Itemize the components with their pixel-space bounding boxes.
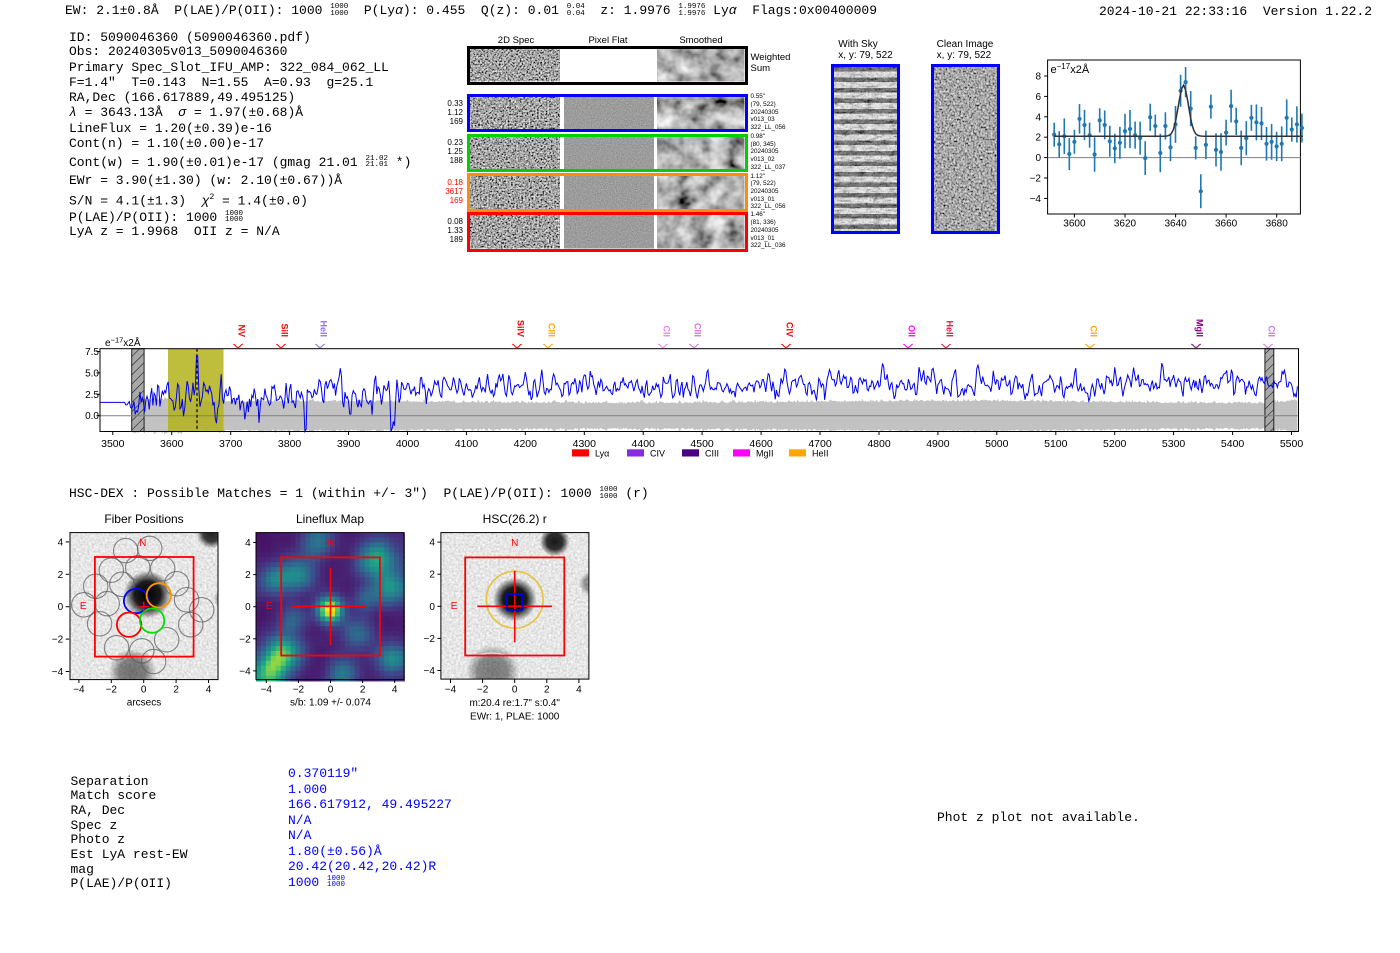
svg-text:CIII: CIII (692, 323, 702, 337)
svg-text:CIV: CIV (650, 448, 665, 458)
svg-text:arcsecs: arcsecs (127, 698, 161, 709)
svg-text:e−17x2Å: e−17x2Å (105, 336, 141, 350)
svg-text:2: 2 (429, 570, 435, 581)
svg-text:4: 4 (206, 685, 212, 696)
svg-text:E: E (80, 601, 87, 612)
svg-text:4: 4 (58, 537, 64, 548)
svg-text:2.5: 2.5 (85, 390, 99, 401)
svg-text:3660: 3660 (1215, 219, 1238, 230)
svg-text:3700: 3700 (219, 438, 243, 450)
svg-text:5200: 5200 (1103, 438, 1127, 450)
svg-text:4: 4 (429, 538, 435, 549)
svg-text:4: 4 (392, 685, 398, 696)
svg-text:5300: 5300 (1162, 438, 1186, 450)
svg-text:3620: 3620 (1114, 219, 1137, 230)
svg-text:4: 4 (1035, 112, 1041, 123)
svg-text:2: 2 (58, 570, 64, 581)
svg-text:3500: 3500 (101, 438, 125, 450)
svg-text:HeII: HeII (944, 320, 954, 337)
svg-text:4900: 4900 (926, 438, 950, 450)
svg-text:CIV: CIV (784, 322, 794, 337)
svg-text:4800: 4800 (867, 438, 891, 450)
svg-text:4200: 4200 (514, 438, 538, 450)
svg-text:OII: OII (906, 325, 916, 337)
svg-text:Lyα: Lyα (595, 448, 609, 458)
svg-text:−4: −4 (239, 666, 251, 677)
svg-text:E: E (451, 601, 458, 612)
svg-text:HeII: HeII (812, 448, 829, 458)
svg-text:CII: CII (1088, 325, 1098, 337)
svg-text:−4: −4 (423, 666, 435, 677)
svg-text:−2: −2 (423, 634, 435, 645)
svg-text:0: 0 (429, 602, 435, 613)
svg-text:4300: 4300 (573, 438, 597, 450)
svg-text:HeII: HeII (318, 320, 328, 337)
svg-text:E: E (266, 601, 273, 612)
svg-text:2: 2 (245, 570, 251, 581)
svg-text:−2: −2 (52, 635, 64, 646)
svg-text:7.5: 7.5 (85, 347, 99, 358)
svg-text:−2: −2 (239, 634, 251, 645)
svg-text:4: 4 (245, 538, 251, 549)
svg-text:N: N (139, 538, 146, 549)
svg-text:5100: 5100 (1044, 438, 1068, 450)
svg-text:3900: 3900 (337, 438, 361, 450)
svg-text:4100: 4100 (455, 438, 479, 450)
svg-text:SiII: SiII (279, 323, 289, 337)
svg-text:−2: −2 (477, 685, 489, 696)
svg-text:−2: −2 (293, 685, 305, 696)
svg-text:3680: 3680 (1266, 219, 1289, 230)
svg-text:4000: 4000 (396, 438, 420, 450)
svg-text:−4: −4 (52, 667, 64, 678)
svg-text:MgII: MgII (1194, 319, 1204, 337)
svg-text:−4: −4 (1030, 194, 1042, 205)
svg-text:4: 4 (576, 685, 582, 696)
svg-text:6: 6 (1035, 92, 1041, 103)
svg-text:2: 2 (360, 685, 366, 696)
svg-text:5000: 5000 (985, 438, 1009, 450)
svg-text:N: N (327, 538, 334, 549)
svg-text:0: 0 (141, 685, 147, 696)
svg-text:3640: 3640 (1164, 219, 1187, 230)
svg-text:0: 0 (1035, 153, 1041, 164)
svg-text:5500: 5500 (1280, 438, 1304, 450)
svg-text:2: 2 (544, 685, 550, 696)
svg-text:5400: 5400 (1221, 438, 1245, 450)
svg-text:−4: −4 (73, 685, 85, 696)
svg-text:e−17x2Å: e−17x2Å (1051, 62, 1090, 76)
svg-text:−2: −2 (106, 685, 118, 696)
svg-text:0: 0 (512, 685, 518, 696)
svg-text:0: 0 (245, 602, 251, 613)
svg-text:CII: CII (1266, 325, 1276, 337)
svg-text:0.0: 0.0 (85, 411, 99, 422)
svg-text:m:20.4 re:1.7" s:0.4": m:20.4 re:1.7" s:0.4" (469, 698, 560, 709)
svg-text:3600: 3600 (1063, 219, 1086, 230)
svg-text:N: N (511, 538, 518, 549)
svg-text:2: 2 (173, 685, 179, 696)
svg-text:−2: −2 (1030, 174, 1042, 185)
svg-text:s/b: 1.09 +/- 0.074: s/b: 1.09 +/- 0.074 (290, 698, 371, 709)
svg-text:3800: 3800 (278, 438, 302, 450)
svg-text:EWr: 1, PLAE: 1000: EWr: 1, PLAE: 1000 (470, 712, 560, 723)
svg-text:2: 2 (1035, 133, 1041, 144)
svg-text:5.0: 5.0 (85, 368, 99, 379)
svg-text:MgII: MgII (756, 448, 774, 458)
svg-text:CII: CII (661, 325, 671, 337)
svg-text:0: 0 (328, 685, 334, 696)
svg-text:3600: 3600 (160, 438, 184, 450)
svg-text:−4: −4 (445, 685, 457, 696)
svg-text:−4: −4 (261, 685, 273, 696)
svg-text:SiIV: SiIV (515, 320, 525, 337)
svg-text:0: 0 (58, 602, 64, 613)
svg-text:CIII: CIII (546, 323, 556, 337)
svg-text:NV: NV (236, 324, 246, 337)
svg-text:CIII: CIII (705, 448, 719, 458)
svg-text:8: 8 (1035, 72, 1041, 83)
